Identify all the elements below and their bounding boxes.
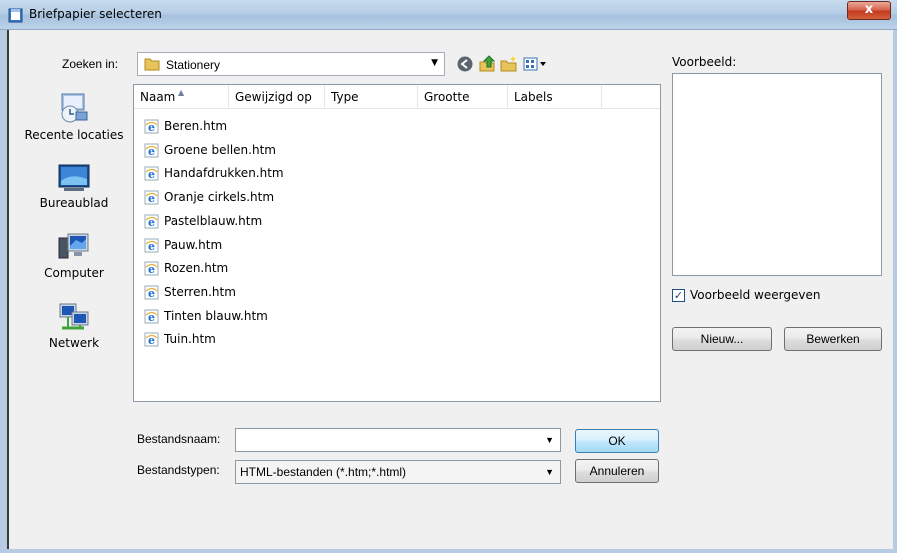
- window-frame-left-edge: [7, 30, 9, 553]
- ie-document-icon: e: [144, 214, 159, 229]
- place-label: Recente locaties: [24, 128, 124, 142]
- ok-button[interactable]: OK: [575, 429, 659, 453]
- place-network[interactable]: Netwerk: [18, 302, 130, 350]
- column-header: ▲ Naam Gewijzigd op Type Grootte Labels: [134, 85, 660, 109]
- column-type[interactable]: Type: [325, 85, 418, 109]
- place-label: Computer: [44, 266, 104, 280]
- window-title: Briefpapier selecteren: [29, 7, 162, 21]
- filetype-dropdown[interactable]: HTML-bestanden (*.htm;*.html) ▼: [235, 460, 561, 484]
- lookin-label: Zoeken in:: [62, 57, 119, 71]
- chevron-down-icon: ▼: [431, 58, 438, 68]
- edit-button[interactable]: Bewerken: [784, 327, 882, 351]
- ie-document-icon: e: [144, 261, 159, 276]
- column-size[interactable]: Grootte: [418, 85, 508, 109]
- ie-document-icon: e: [144, 332, 159, 347]
- place-label: Bureaublad: [39, 196, 109, 210]
- show-preview-label: Voorbeeld weergeven: [690, 288, 821, 302]
- ie-document-icon: e: [144, 309, 159, 324]
- ie-document-icon: e: [144, 285, 159, 300]
- file-name: Pastelblauw.htm: [164, 213, 263, 228]
- lookin-value: Stationery: [166, 58, 221, 72]
- network-icon: [59, 303, 89, 330]
- recent-places-icon: [61, 93, 88, 123]
- file-name: Beren.htm: [164, 119, 228, 133]
- back-icon[interactable]: [456, 55, 474, 73]
- view-menu-icon[interactable]: [522, 55, 550, 73]
- ie-document-icon: e: [144, 166, 159, 181]
- title-bar: Briefpapier selecteren x: [0, 0, 897, 30]
- file-name: Oranje cirkels.htm: [164, 190, 275, 205]
- column-modified[interactable]: Gewijzigd op: [229, 85, 325, 109]
- ie-document-icon: e: [144, 143, 159, 158]
- file-name: Pauw.htm: [164, 237, 223, 252]
- filetype-value: HTML-bestanden (*.htm;*.html): [240, 465, 407, 479]
- place-desktop[interactable]: Bureaublad: [18, 164, 130, 210]
- place-label: Netwerk: [48, 336, 100, 350]
- desktop-icon: [58, 164, 90, 191]
- file-name: Tuin.htm: [164, 332, 216, 347]
- file-list[interactable]: ▲ Naam Gewijzigd op Type Grootte Labels …: [133, 84, 661, 402]
- chevron-down-icon: ▼: [545, 467, 554, 477]
- new-folder-icon[interactable]: [500, 55, 518, 73]
- ie-document-icon: e: [144, 190, 159, 205]
- column-name[interactable]: ▲ Naam: [134, 85, 229, 109]
- preview-pane: [672, 73, 882, 276]
- up-folder-icon[interactable]: [478, 55, 496, 73]
- filename-input[interactable]: ▼: [235, 428, 561, 452]
- file-name: Tinten blauw.htm: [164, 308, 268, 323]
- file-name: Sterren.htm: [164, 284, 236, 299]
- window-frame-right: [893, 30, 897, 553]
- folder-icon: [144, 58, 160, 71]
- chevron-down-icon: ▼: [545, 435, 554, 445]
- file-name: Groene bellen.htm: [164, 142, 276, 157]
- ie-document-icon: e: [144, 119, 159, 134]
- place-recent[interactable]: Recente locaties: [18, 90, 130, 142]
- dialog-icon: [8, 8, 23, 23]
- column-labels[interactable]: Labels: [508, 85, 602, 109]
- place-computer[interactable]: Computer: [18, 232, 130, 280]
- file-name: Rozen.htm: [164, 261, 229, 276]
- new-button[interactable]: Nieuw...: [672, 327, 772, 351]
- lookin-dropdown[interactable]: Stationery ▼: [137, 52, 445, 76]
- filetype-label: Bestandstypen:: [137, 463, 220, 477]
- filename-label: Bestandsnaam:: [137, 432, 221, 446]
- window-frame-bottom: [0, 549, 897, 553]
- cancel-button[interactable]: Annuleren: [575, 459, 659, 483]
- preview-label: Voorbeeld:: [672, 55, 737, 69]
- sort-ascending-icon: ▲: [178, 88, 185, 97]
- close-button[interactable]: x: [847, 1, 891, 20]
- show-preview-checkbox[interactable]: ✓: [672, 289, 685, 302]
- ie-document-icon: e: [144, 238, 159, 253]
- computer-icon: [58, 233, 89, 259]
- file-name: Handafdrukken.htm: [164, 166, 284, 181]
